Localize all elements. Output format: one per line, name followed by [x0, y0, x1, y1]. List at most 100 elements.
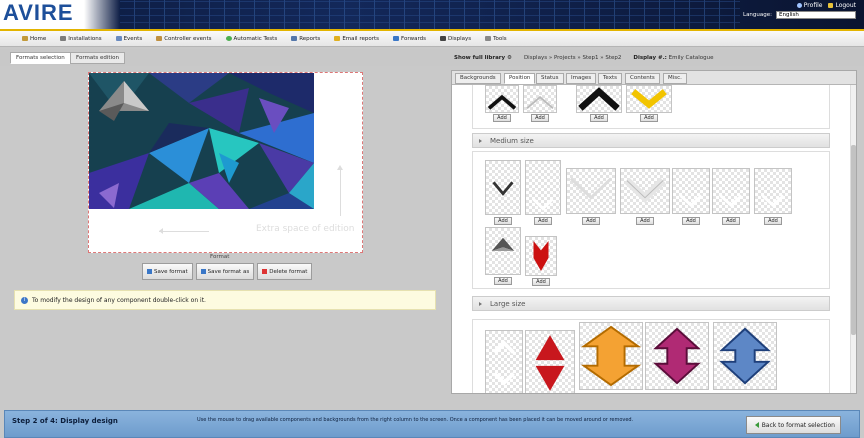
arrow-left-icon [159, 228, 209, 234]
menu-item-installations[interactable]: Installations [60, 35, 102, 42]
component-thumb[interactable] [645, 322, 709, 390]
logout-link[interactable]: Logout [828, 2, 856, 9]
add-button[interactable]: Add [764, 217, 782, 225]
component-thumb[interactable] [576, 85, 622, 113]
add-button[interactable]: Add [682, 217, 700, 225]
add-button[interactable]: Add [636, 217, 654, 225]
component-thumb[interactable] [485, 330, 523, 393]
component-thumb[interactable] [713, 322, 777, 390]
forwards-icon [392, 36, 399, 41]
add-button[interactable]: Add [532, 278, 550, 286]
menu-item-displays[interactable]: Displays [439, 36, 471, 42]
component-thumb[interactable] [579, 322, 643, 390]
component-thumb[interactable] [754, 168, 792, 214]
menu-item-automatic-tests[interactable]: Automatic Tests [225, 35, 278, 42]
component-thumb[interactable] [485, 227, 521, 275]
add-button[interactable]: Add [494, 217, 512, 225]
breadcrumb-path: Displays » Projects » Step1 » Step2 [523, 55, 622, 61]
arrow-up-icon [337, 165, 343, 216]
menu-item-reports[interactable]: Reports [291, 36, 320, 42]
add-button[interactable]: Add [722, 217, 740, 225]
display-canvas[interactable]: Extra space of edition [88, 72, 363, 253]
tab-position[interactable]: Position [504, 73, 536, 84]
delete-format-button[interactable]: Delete format [257, 263, 313, 280]
expand-arrow-icon [479, 301, 484, 306]
add-button[interactable]: Add [531, 114, 549, 122]
menu-label: Reports [299, 35, 321, 42]
back-arrow-icon [752, 422, 759, 428]
add-button[interactable]: Add [640, 114, 658, 122]
save-format-as-button[interactable]: Save format as [195, 263, 255, 280]
add-button[interactable]: Add [494, 277, 512, 285]
reports-icon [291, 36, 298, 41]
language-select[interactable]: English [776, 11, 856, 19]
logo[interactable]: AVIRE [0, 0, 120, 29]
button-label: Save format [154, 268, 188, 275]
display-name: Emily Catalogue [668, 55, 714, 61]
component-thumb[interactable] [525, 236, 557, 276]
profile-link[interactable]: Profile [796, 2, 822, 9]
save-icon [147, 269, 152, 274]
menu-label: Automatic Tests [233, 35, 278, 42]
library-tabs: Backgrounds Position Status Images Texts… [452, 71, 856, 85]
component-thumb[interactable] [525, 160, 561, 215]
component-thumb[interactable] [485, 160, 521, 215]
component-thumb[interactable] [672, 168, 710, 214]
component-thumb[interactable] [523, 85, 557, 113]
medium-size-group: Add Add Add Add Add Add Add Add Add [472, 151, 830, 289]
add-button[interactable]: Add [493, 114, 511, 122]
button-label: Back to format selection [761, 421, 835, 429]
expand-arrow-icon [479, 138, 484, 143]
breadcrumb: Show full library ⚙ Displays » Projects … [454, 52, 844, 64]
tab-misc[interactable]: Misc. [663, 73, 687, 84]
tab-formats-edition[interactable]: Formats edition [70, 52, 125, 64]
section-title: Medium size [490, 136, 534, 145]
add-button[interactable]: Add [590, 114, 608, 122]
display-label: Display #.: [633, 55, 667, 61]
tab-backgrounds[interactable]: Backgrounds [455, 73, 501, 84]
component-thumb[interactable] [620, 168, 670, 214]
add-button[interactable]: Add [534, 217, 552, 225]
save-format-button[interactable]: Save format [142, 263, 193, 280]
section-large-size[interactable]: Large size [472, 296, 830, 311]
logo-text: AVIRE [3, 0, 74, 25]
format-label: Format [210, 254, 230, 260]
component-thumb[interactable] [712, 168, 750, 214]
show-library-toggle[interactable]: Show full library ⚙ [454, 55, 512, 61]
menu-label: Installations [68, 35, 102, 42]
save-as-icon [200, 269, 206, 274]
menu-item-tools[interactable]: Tools [485, 36, 507, 42]
add-button[interactable]: Add [582, 217, 600, 225]
tab-texts[interactable]: Texts [598, 73, 622, 84]
tab-contents[interactable]: Contents [625, 73, 660, 84]
background-image[interactable] [89, 73, 314, 209]
component-thumb[interactable] [485, 85, 519, 113]
tab-formats-selection[interactable]: Formats selection [10, 52, 71, 64]
back-to-format-selection-button[interactable]: Back to format selection [745, 416, 841, 434]
automatic-tests-icon [225, 36, 232, 41]
header-banner [120, 0, 740, 29]
menu-item-forwards[interactable]: Forwards [392, 36, 426, 42]
user-icon [796, 3, 802, 8]
step-hint: Use the mouse to drag available componen… [197, 417, 634, 423]
step-footer: Step 2 of 4: Display design Use the mous… [4, 410, 860, 438]
button-label: Delete format [269, 268, 308, 275]
gear-icon: ⚙ [507, 55, 512, 61]
extra-space-label: Extra space of edition [256, 224, 355, 234]
tab-status[interactable]: Status [536, 73, 564, 84]
menu-item-events[interactable]: Events [115, 36, 142, 42]
component-thumb[interactable] [566, 168, 616, 214]
small-size-group: Add Add Add Add [472, 85, 830, 129]
menu-item-controller-events[interactable]: Controller events [156, 36, 212, 42]
home-icon [22, 36, 28, 41]
menu-item-email-reports[interactable]: Email reports [334, 36, 379, 42]
scrollbar-thumb[interactable] [851, 145, 856, 335]
component-thumb[interactable] [525, 330, 575, 393]
component-thumb[interactable] [626, 85, 672, 113]
section-medium-size[interactable]: Medium size [472, 133, 830, 148]
tab-images[interactable]: Images [566, 73, 597, 84]
logout-label: Logout [835, 2, 856, 9]
library-scrollbar[interactable] [850, 85, 856, 393]
polygon-art [89, 73, 314, 209]
menu-item-home[interactable]: Home [22, 36, 46, 42]
